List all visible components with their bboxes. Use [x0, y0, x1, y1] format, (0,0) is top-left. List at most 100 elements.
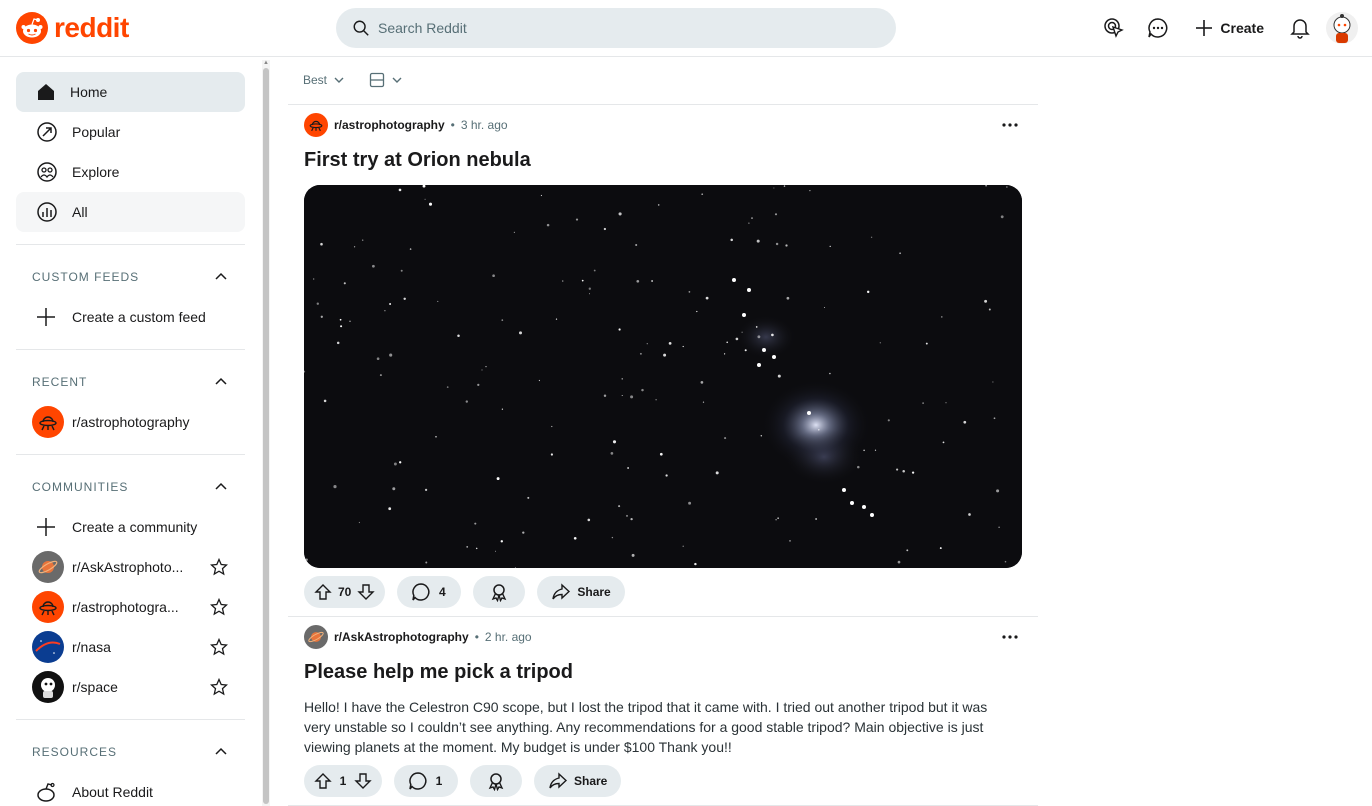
award-icon	[488, 773, 504, 791]
plus-icon	[37, 518, 55, 536]
share-label: Share	[577, 585, 611, 599]
upvote-icon[interactable]	[314, 772, 332, 790]
scroll-thumb[interactable]	[263, 68, 269, 804]
sidebar-item-label: r/astrophotogra...	[72, 599, 179, 615]
post-title[interactable]: Please help me pick a tripod	[304, 661, 573, 684]
comment-icon	[409, 772, 427, 790]
chevron-down-icon	[392, 77, 402, 83]
ufo-icon	[32, 591, 64, 623]
share-button[interactable]: Share	[534, 765, 622, 797]
upvote-icon[interactable]	[314, 583, 332, 601]
create-community-item[interactable]: Create a community	[32, 507, 228, 547]
sidebar-divider	[16, 719, 245, 720]
orion-nebula-image	[304, 185, 1022, 568]
resources-header[interactable]: RESOURCES	[32, 742, 228, 762]
recent-header[interactable]: RECENT	[32, 372, 228, 392]
snoo-outline-icon	[37, 782, 55, 802]
share-icon	[552, 583, 571, 600]
advertise-button[interactable]	[1096, 10, 1132, 46]
search-bar[interactable]	[336, 8, 896, 48]
post-meta: r/astrophotography • 3 hr. ago	[304, 113, 508, 137]
notifications-button[interactable]	[1282, 10, 1318, 46]
chevron-up-icon	[215, 747, 227, 755]
sidebar-scrollbar[interactable]: ▲	[262, 60, 270, 806]
card-view-icon	[369, 72, 385, 88]
section-title: RESOURCES	[32, 745, 118, 759]
plus-icon	[37, 308, 55, 326]
reddit-snoo-icon	[16, 12, 48, 44]
comments-button[interactable]: 1	[394, 765, 458, 797]
community-item-astrophotography[interactable]: r/astrophotogra...	[32, 587, 228, 627]
chevron-up-icon	[215, 272, 227, 280]
sidebar-item-label: Explore	[72, 164, 120, 180]
search-input[interactable]	[378, 20, 858, 36]
sidebar-divider	[16, 244, 245, 245]
snoo-avatar-icon	[1333, 14, 1351, 43]
post-time: 3 hr. ago	[460, 118, 508, 132]
sidebar-item-popular[interactable]: Popular	[16, 112, 245, 152]
sidebar-item-label: r/space	[72, 679, 118, 695]
planet-icon[interactable]	[304, 625, 328, 649]
section-title: CUSTOM FEEDS	[32, 270, 140, 284]
post-time: 2 hr. ago	[484, 630, 532, 644]
award-icon	[492, 584, 507, 602]
star-icon[interactable]	[210, 598, 228, 616]
bell-icon	[1290, 19, 1310, 39]
downvote-icon[interactable]	[357, 583, 376, 601]
sidebar-item-home[interactable]: Home	[16, 72, 245, 112]
share-label: Share	[574, 774, 608, 788]
scroll-up-arrow-icon[interactable]: ▲	[262, 60, 270, 68]
post-meta: r/AskAstrophotography • 2 hr. ago	[304, 625, 532, 649]
recent-item-astrophotography[interactable]: r/astrophotography	[32, 402, 228, 442]
award-button[interactable]	[473, 576, 526, 608]
reddit-logo[interactable]: reddit	[16, 12, 129, 44]
vote-count: 1	[339, 774, 347, 788]
user-avatar[interactable]	[1326, 12, 1358, 44]
chat-button[interactable]	[1140, 10, 1176, 46]
community-item-askastrophotography[interactable]: r/AskAstrophoto...	[32, 547, 228, 587]
sidebar-item-label: Create a community	[72, 519, 198, 535]
vote-pill: 70	[304, 576, 386, 608]
section-title: RECENT	[32, 375, 88, 389]
post-title[interactable]: First try at Orion nebula	[304, 149, 531, 172]
comments-button[interactable]: 4	[397, 576, 462, 608]
star-icon[interactable]	[210, 558, 228, 576]
sidebar-item-label: Create a custom feed	[72, 309, 206, 325]
comment-count: 4	[439, 585, 446, 599]
view-dropdown[interactable]	[369, 72, 403, 88]
sort-dropdown[interactable]: Best	[303, 73, 345, 87]
sidebar-item-explore[interactable]: Explore	[16, 152, 245, 192]
post-image[interactable]	[304, 185, 1022, 568]
star-icon[interactable]	[210, 638, 228, 656]
vote-pill: 1	[304, 765, 382, 797]
main-feed: Best r/astrophotography • 3 hr. ago Firs…	[288, 57, 1038, 806]
create-button[interactable]: Create	[1184, 10, 1274, 46]
sidebar-item-label: r/nasa	[72, 639, 111, 655]
share-icon	[549, 772, 568, 789]
about-reddit-item[interactable]: About Reddit	[32, 772, 228, 806]
post-subreddit-link[interactable]: r/AskAstrophotography	[334, 630, 469, 644]
custom-feeds-header[interactable]: CUSTOM FEEDS	[32, 267, 228, 287]
sidebar-divider	[16, 349, 245, 350]
post-options-button[interactable]	[998, 625, 1022, 649]
feed-divider	[288, 104, 1038, 105]
community-item-nasa[interactable]: r/nasa	[32, 627, 228, 667]
post-actions: 1 1 Share	[304, 765, 622, 797]
search-icon	[353, 20, 369, 36]
home-icon	[38, 84, 54, 100]
create-custom-feed-item[interactable]: Create a custom feed	[32, 297, 228, 337]
star-icon[interactable]	[210, 678, 228, 696]
community-item-space[interactable]: r/space	[32, 667, 228, 707]
share-button[interactable]: Share	[537, 576, 625, 608]
award-button[interactable]	[470, 765, 522, 797]
advertise-icon	[1104, 18, 1125, 38]
post-options-button[interactable]	[998, 113, 1022, 137]
post-body: Hello! I have the Celestron C90 scope, b…	[304, 699, 988, 755]
sidebar-item-all[interactable]: All	[16, 192, 245, 232]
feed-sort-bar: Best	[303, 69, 403, 91]
downvote-icon[interactable]	[354, 772, 372, 790]
communities-header[interactable]: COMMUNITIES	[32, 477, 228, 497]
post-separator: •	[474, 630, 479, 644]
ufo-icon[interactable]	[304, 113, 328, 137]
post-subreddit-link[interactable]: r/astrophotography	[334, 118, 445, 132]
